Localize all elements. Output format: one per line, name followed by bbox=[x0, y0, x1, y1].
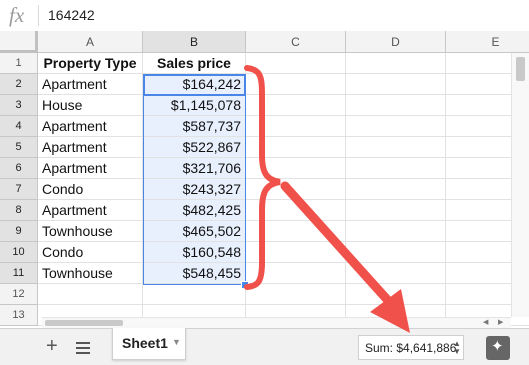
property-type-cell[interactable]: Apartment bbox=[38, 158, 143, 179]
table-header-cell[interactable]: Sales price bbox=[143, 53, 246, 74]
empty-cell[interactable] bbox=[246, 263, 346, 284]
property-type-cell[interactable]: Condo bbox=[38, 242, 143, 263]
empty-cell[interactable] bbox=[346, 221, 446, 242]
property-type-cell[interactable]: Apartment bbox=[38, 137, 143, 158]
sheet-tab-label: Sheet1 bbox=[122, 335, 168, 351]
sales-price-cell[interactable]: $482,425 bbox=[143, 200, 246, 221]
column-header-d[interactable]: D bbox=[346, 31, 446, 53]
empty-cell[interactable] bbox=[246, 53, 346, 74]
row-header[interactable]: 11 bbox=[0, 263, 38, 284]
vertical-scroll-thumb[interactable] bbox=[516, 57, 525, 81]
empty-cell[interactable] bbox=[346, 179, 446, 200]
empty-cell[interactable] bbox=[246, 116, 346, 137]
sales-price-cell[interactable]: $1,145,078 bbox=[143, 95, 246, 116]
row-header[interactable]: 5 bbox=[0, 137, 38, 158]
sum-label: Sum: $4,641,886 bbox=[365, 341, 457, 355]
empty-cell[interactable] bbox=[346, 263, 446, 284]
empty-cell[interactable] bbox=[143, 284, 246, 305]
sales-price-cell[interactable]: $548,455 bbox=[143, 263, 246, 284]
empty-cell[interactable] bbox=[38, 284, 143, 305]
row-header[interactable]: 6 bbox=[0, 158, 38, 179]
property-type-cell[interactable]: Townhouse bbox=[38, 221, 143, 242]
empty-cell[interactable] bbox=[246, 221, 346, 242]
formula-input[interactable]: 164242 bbox=[48, 7, 95, 23]
row-header[interactable]: 10 bbox=[0, 242, 38, 263]
property-type-cell[interactable]: Condo bbox=[38, 179, 143, 200]
sales-price-cell[interactable]: $587,737 bbox=[143, 116, 246, 137]
fx-icon: fx bbox=[9, 3, 25, 27]
column-header-a[interactable]: A bbox=[38, 31, 143, 53]
property-type-cell[interactable]: Apartment bbox=[38, 74, 143, 95]
row-header[interactable]: 2 bbox=[0, 74, 38, 95]
column-header-e[interactable]: E bbox=[446, 31, 529, 53]
empty-cell[interactable] bbox=[346, 200, 446, 221]
row-header[interactable]: 9 bbox=[0, 221, 38, 242]
sum-toggle-icon: ▲ ▼ bbox=[453, 339, 461, 356]
sales-price-cell[interactable]: $522,867 bbox=[143, 137, 246, 158]
property-type-cell[interactable]: Apartment bbox=[38, 200, 143, 221]
empty-cell[interactable] bbox=[346, 95, 446, 116]
horizontal-scrollbar[interactable]: ◀ ▶ bbox=[42, 317, 511, 328]
add-sheet-button[interactable]: + bbox=[46, 336, 58, 356]
empty-cell[interactable] bbox=[346, 137, 446, 158]
row-header[interactable]: 8 bbox=[0, 200, 38, 221]
property-type-cell[interactable]: Townhouse bbox=[38, 263, 143, 284]
empty-cell[interactable] bbox=[246, 242, 346, 263]
row-header[interactable]: 4 bbox=[0, 116, 38, 137]
spreadsheet-grid[interactable]: A B C D E 1 Property Type Sales price 2 Apar… bbox=[0, 31, 529, 328]
empty-cell[interactable] bbox=[346, 116, 446, 137]
sheet-tab-bar: + Sheet1 ▼ Sum: $4,641,886 ▲ ▼ ✦ bbox=[0, 328, 529, 365]
property-type-cell[interactable]: Apartment bbox=[38, 116, 143, 137]
sheet-tab[interactable]: Sheet1 ▼ bbox=[112, 328, 186, 360]
fill-handle[interactable] bbox=[241, 281, 249, 289]
row-header[interactable]: 12 bbox=[0, 284, 38, 305]
empty-cell[interactable] bbox=[246, 179, 346, 200]
all-sheets-menu-icon[interactable] bbox=[76, 342, 90, 357]
sales-price-cell[interactable]: $465,502 bbox=[143, 221, 246, 242]
sales-price-cell[interactable]: $160,548 bbox=[143, 242, 246, 263]
scroll-left-icon[interactable]: ◀ bbox=[483, 318, 488, 326]
empty-cell[interactable] bbox=[246, 137, 346, 158]
row-header[interactable]: 13 bbox=[0, 305, 38, 326]
horizontal-scroll-thumb[interactable] bbox=[45, 320, 123, 326]
empty-cell[interactable] bbox=[246, 74, 346, 95]
sales-price-cell[interactable]: $321,706 bbox=[143, 158, 246, 179]
table-header-cell[interactable]: Property Type bbox=[38, 53, 143, 74]
formula-bar: fx 164242 bbox=[0, 0, 529, 32]
column-header-c[interactable]: C bbox=[246, 31, 346, 53]
row-header[interactable]: 7 bbox=[0, 179, 38, 200]
formula-divider bbox=[38, 5, 39, 26]
empty-cell[interactable] bbox=[246, 200, 346, 221]
explore-sparkle-icon: ✦ bbox=[491, 338, 504, 355]
sales-price-cell[interactable]: $164,242 bbox=[143, 74, 246, 95]
empty-cell[interactable] bbox=[346, 74, 446, 95]
vertical-scrollbar[interactable] bbox=[511, 53, 529, 317]
empty-cell[interactable] bbox=[246, 284, 346, 305]
property-type-cell[interactable]: House bbox=[38, 95, 143, 116]
empty-cell[interactable] bbox=[246, 158, 346, 179]
select-all-corner[interactable] bbox=[0, 31, 38, 53]
scroll-right-icon[interactable]: ▶ bbox=[498, 318, 503, 326]
row-header[interactable]: 3 bbox=[0, 95, 38, 116]
sheet-menu-arrow-icon[interactable]: ▼ bbox=[172, 337, 181, 347]
empty-cell[interactable] bbox=[346, 53, 446, 74]
column-header-b[interactable]: B bbox=[143, 31, 246, 53]
sum-summary-button[interactable]: Sum: $4,641,886 ▲ ▼ bbox=[358, 335, 464, 360]
empty-cell[interactable] bbox=[346, 284, 446, 305]
explore-button[interactable]: ✦ bbox=[486, 336, 510, 360]
row-header[interactable]: 1 bbox=[0, 53, 38, 74]
sales-price-cell[interactable]: $243,327 bbox=[143, 179, 246, 200]
empty-cell[interactable] bbox=[346, 158, 446, 179]
empty-cell[interactable] bbox=[346, 242, 446, 263]
empty-cell[interactable] bbox=[246, 95, 346, 116]
